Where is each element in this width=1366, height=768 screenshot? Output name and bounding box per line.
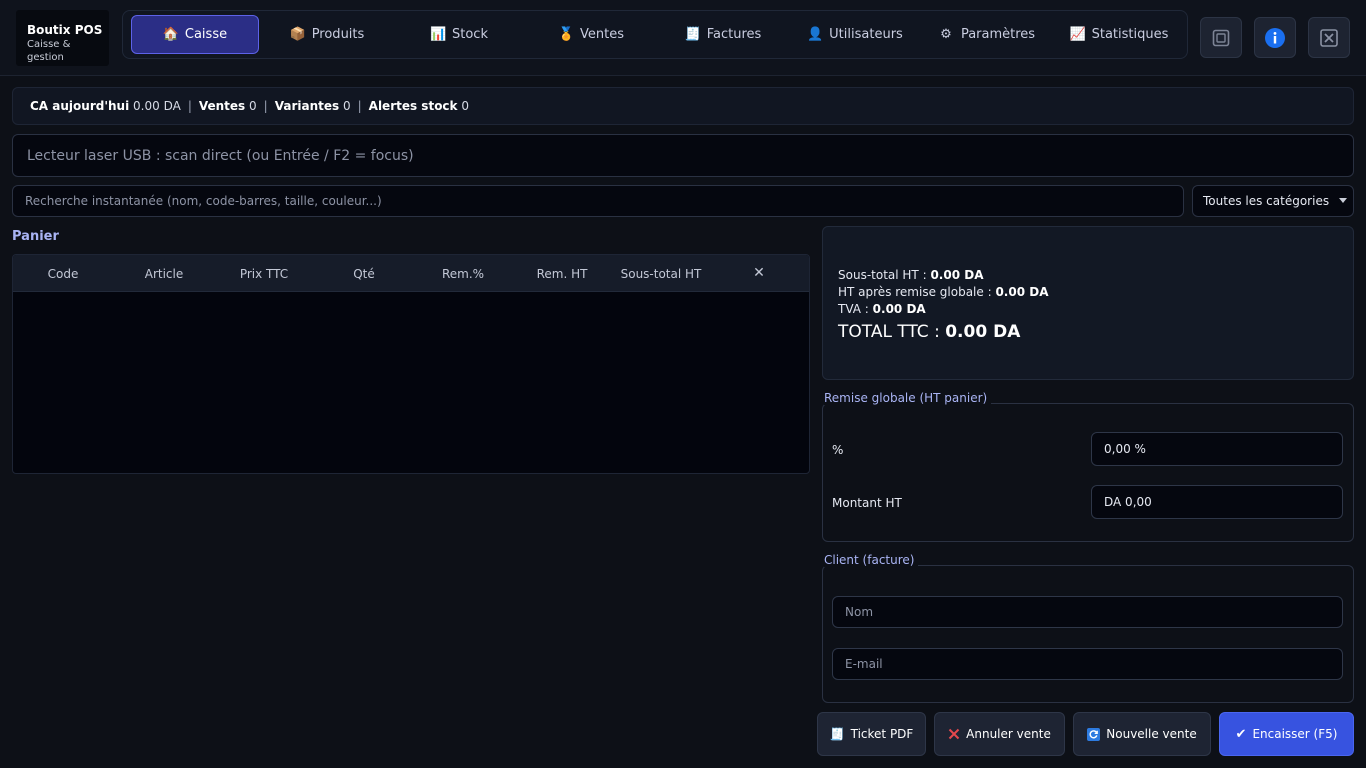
refresh-icon bbox=[1087, 727, 1101, 741]
bar-chart-icon: 📊 bbox=[430, 27, 447, 42]
client-name-input[interactable] bbox=[832, 596, 1343, 628]
gear-icon: ⚙ bbox=[940, 27, 952, 42]
barcode-scan-input[interactable] bbox=[12, 134, 1354, 177]
column-header-price[interactable]: Prix TTC bbox=[240, 267, 288, 281]
tab-label: Stock bbox=[452, 27, 488, 42]
subtotal-label: Sous-total HT : bbox=[838, 268, 927, 282]
home-icon: 🏠 bbox=[162, 27, 180, 42]
stat-ca-value: 0.00 DA bbox=[133, 99, 181, 113]
global-discount-group bbox=[822, 403, 1354, 542]
stat-ventes-value: 0 bbox=[249, 99, 257, 113]
tab-statistiques[interactable]: 📈 Statistiques bbox=[1055, 15, 1183, 54]
column-header-remove[interactable]: ✕ bbox=[753, 265, 765, 281]
ticket-pdf-button[interactable]: 🧾 Ticket PDF bbox=[817, 712, 926, 756]
discount-percent-input[interactable] bbox=[1091, 432, 1343, 466]
brand-title: Boutix POS bbox=[27, 23, 103, 37]
restore-icon bbox=[1212, 29, 1230, 46]
info-button[interactable] bbox=[1254, 17, 1296, 58]
category-select[interactable]: Toutes les catégories bbox=[1192, 185, 1354, 217]
receipt-icon: 🧾 bbox=[684, 27, 701, 42]
client-group bbox=[822, 565, 1354, 703]
tab-label: Factures bbox=[706, 27, 762, 42]
tab-label: Utilisateurs bbox=[829, 27, 903, 42]
tab-caisse[interactable]: 🏠 Caisse bbox=[131, 15, 259, 54]
tva-value: 0.00 DA bbox=[872, 302, 926, 316]
stat-separator: | bbox=[187, 99, 192, 113]
client-legend: Client (facture) bbox=[824, 553, 919, 567]
column-header-subtotal[interactable]: Sous-total HT bbox=[621, 267, 702, 281]
top-bar: Boutix POS Caisse & gestion 🏠 Caisse 📦 P… bbox=[0, 0, 1366, 76]
restore-button[interactable] bbox=[1200, 17, 1242, 58]
discount-amount-input[interactable] bbox=[1091, 485, 1343, 519]
stat-alertes-label: Alertes stock bbox=[368, 99, 458, 113]
cart-title: Panier bbox=[12, 229, 59, 244]
after-discount-value: 0.00 DA bbox=[995, 285, 1049, 299]
tab-label: Statistiques bbox=[1091, 27, 1169, 42]
stat-ca-label: CA aujourd'hui bbox=[30, 99, 130, 113]
tab-stock[interactable]: 📊 Stock bbox=[395, 15, 523, 54]
tab-ventes[interactable]: 🏅 Ventes bbox=[527, 15, 655, 54]
new-sale-label: Nouvelle vente bbox=[1106, 727, 1197, 741]
totals-panel: Sous-total HT : 0.00 DA HT après remise … bbox=[822, 226, 1354, 380]
stat-separator: | bbox=[263, 99, 268, 113]
stat-alertes-value: 0 bbox=[461, 99, 469, 113]
info-icon bbox=[1265, 27, 1285, 48]
subtotal-value: 0.00 DA bbox=[930, 268, 984, 282]
category-selected: Toutes les catégories bbox=[1203, 194, 1330, 208]
total-ttc-label: TOTAL TTC : bbox=[838, 322, 940, 342]
checkout-label: Encaisser (F5) bbox=[1252, 727, 1338, 741]
cancel-sale-label: Annuler vente bbox=[966, 727, 1051, 741]
chevron-down-icon bbox=[1339, 198, 1347, 203]
column-header-discount-percent[interactable]: Rem.% bbox=[442, 267, 484, 281]
brand-logo: Boutix POS Caisse & gestion bbox=[16, 10, 109, 66]
box-icon: 📦 bbox=[289, 27, 306, 42]
column-header-article[interactable]: Article bbox=[145, 267, 184, 281]
global-discount-legend: Remise globale (HT panier) bbox=[824, 391, 992, 405]
tva-label: TVA : bbox=[838, 302, 869, 316]
subtotal-row: Sous-total HT : 0.00 DA bbox=[838, 267, 1353, 284]
tab-factures[interactable]: 🧾 Factures bbox=[659, 15, 787, 54]
daily-stats-bar: CA aujourd'hui 0.00 DA | Ventes 0 | Vari… bbox=[12, 87, 1354, 125]
stat-ventes-label: Ventes bbox=[198, 99, 246, 113]
cart-table: Code Article Prix TTC Qté Rem.% Rem. HT … bbox=[12, 254, 810, 474]
tab-label: Caisse bbox=[184, 27, 228, 42]
tab-produits[interactable]: 📦 Produits bbox=[263, 15, 391, 54]
medal-icon: 🏅 bbox=[558, 27, 575, 42]
after-discount-label: HT après remise globale : bbox=[838, 285, 992, 299]
discount-amount-label: Montant HT bbox=[832, 496, 902, 510]
ticket-pdf-label: Ticket PDF bbox=[850, 727, 914, 741]
tab-label: Ventes bbox=[580, 27, 624, 42]
after-discount-row: HT après remise globale : 0.00 DA bbox=[838, 284, 1353, 301]
tab-label: Produits bbox=[311, 27, 365, 42]
column-header-qty[interactable]: Qté bbox=[353, 267, 375, 281]
total-ttc-value: 0.00 DA bbox=[945, 322, 1021, 342]
main-nav: 🏠 Caisse 📦 Produits 📊 Stock 🏅 Ventes 🧾 F… bbox=[122, 10, 1188, 59]
cross-icon bbox=[948, 728, 960, 740]
checkout-button[interactable]: ✔ Encaisser (F5) bbox=[1219, 712, 1354, 756]
new-sale-button[interactable]: Nouvelle vente bbox=[1073, 712, 1211, 756]
close-window-button[interactable] bbox=[1308, 17, 1350, 58]
tva-row: TVA : 0.00 DA bbox=[838, 301, 1353, 318]
line-chart-icon: 📈 bbox=[1069, 27, 1086, 42]
tab-label: Paramètres bbox=[960, 27, 1036, 42]
column-header-code[interactable]: Code bbox=[48, 267, 79, 281]
client-email-input[interactable] bbox=[832, 648, 1343, 680]
cart-table-header: Code Article Prix TTC Qté Rem.% Rem. HT … bbox=[13, 255, 809, 292]
search-input[interactable] bbox=[12, 185, 1184, 217]
close-icon bbox=[1320, 28, 1338, 47]
stat-separator: | bbox=[357, 99, 362, 113]
cancel-sale-button[interactable]: Annuler vente bbox=[934, 712, 1065, 756]
checkmark-icon: ✔ bbox=[1235, 726, 1247, 742]
column-header-discount-ht[interactable]: Rem. HT bbox=[537, 267, 588, 281]
brand-subtitle: Caisse & gestion bbox=[27, 39, 71, 63]
receipt-icon: 🧾 bbox=[829, 727, 845, 741]
user-icon: 👤 bbox=[807, 27, 824, 42]
stat-variantes-label: Variantes bbox=[274, 99, 340, 113]
stat-variantes-value: 0 bbox=[342, 99, 351, 113]
tab-parametres[interactable]: ⚙ Paramètres bbox=[923, 15, 1051, 54]
total-ttc-row: TOTAL TTC : 0.00 DA bbox=[838, 320, 1353, 344]
tab-utilisateurs[interactable]: 👤 Utilisateurs bbox=[791, 15, 919, 54]
discount-percent-label: % bbox=[832, 443, 844, 457]
